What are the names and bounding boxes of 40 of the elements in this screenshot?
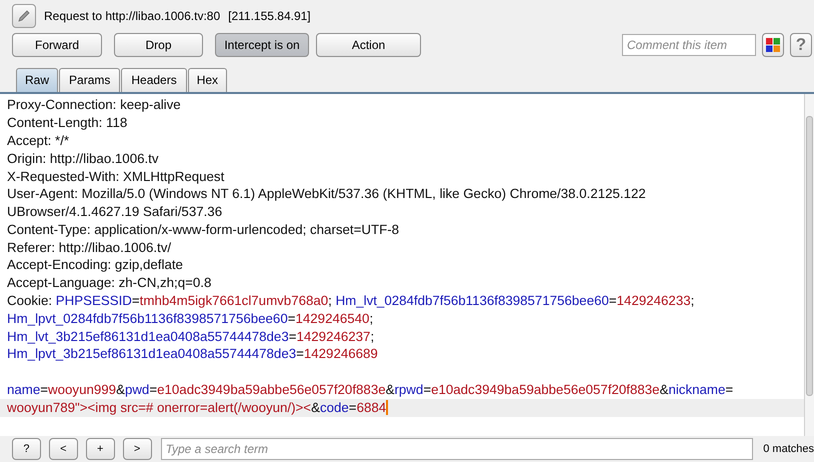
comment-field[interactable]: Comment this item bbox=[622, 34, 756, 56]
nav-button[interactable]: ? bbox=[12, 438, 41, 460]
edit-button[interactable] bbox=[12, 4, 36, 28]
nav-button[interactable]: < bbox=[48, 438, 78, 460]
code-line: Accept: */* bbox=[6, 132, 70, 150]
tab[interactable]: Raw bbox=[16, 68, 58, 92]
highlight-color-button[interactable] bbox=[762, 33, 784, 58]
code-line: Content-Type: application/x-www-form-urlencoded; charset=UTF-8 bbox=[6, 220, 400, 239]
scrollbar[interactable] bbox=[804, 94, 814, 436]
color-grid-icon bbox=[765, 37, 781, 54]
action-button[interactable]: Forward bbox=[12, 33, 102, 58]
code-line: Hm_lpvt_3b215ef86131d1ea0408a55744478de3=1429246689 bbox=[6, 345, 379, 364]
code-line: Accept-Encoding: gzip,deflate bbox=[6, 256, 184, 274]
nav-button[interactable]: > bbox=[122, 438, 152, 460]
action-button[interactable]: Intercept is on bbox=[215, 33, 309, 58]
pencil-icon bbox=[16, 8, 32, 24]
code-line: X-Requested-With: XMLHttpRequest bbox=[6, 168, 226, 186]
match-count: 0 matches bbox=[763, 443, 814, 456]
tab[interactable]: Headers bbox=[121, 68, 187, 92]
code-line: Referer: http://libao.1006.tv/ bbox=[6, 238, 172, 256]
request-title: Request to http://libao.1006.tv:80 bbox=[44, 9, 220, 24]
ip-address: [211.155.84.91] bbox=[228, 9, 311, 24]
tab[interactable]: Params bbox=[59, 68, 120, 92]
code-line: User-Agent: Mozilla/5.0 (Windows NT 6.1) AppleWebKit/537.36 (KHTML, like Gecko) Chrome/38.0.2125.122 bbox=[6, 185, 647, 204]
nav-button[interactable]: + bbox=[86, 438, 115, 460]
tab[interactable]: Hex bbox=[188, 68, 228, 92]
action-button[interactable]: Action bbox=[316, 33, 421, 58]
code-line: Proxy-Connection: keep-alive bbox=[6, 96, 182, 114]
code-line: UBrowser/4.1.4627.19 Safari/537.36 bbox=[6, 203, 224, 221]
text-caret bbox=[386, 400, 388, 415]
help-button[interactable]: ? bbox=[790, 33, 812, 58]
action-button[interactable]: Drop bbox=[114, 33, 203, 58]
code-line: Cookie: PHPSESSID=tmhb4m5igk7661cl7umvb768a0; Hm_lvt_0284fdb7f56b1136f8398571756bee60=1429246233; bbox=[6, 292, 696, 310]
code-line: Accept-Language: zh-CN,zh;q=0.8 bbox=[6, 274, 212, 292]
code-line: Hm_lpvt_0284fdb7f56b1136f8398571756bee60=1429246540; bbox=[6, 310, 374, 328]
search-field[interactable]: Type a search term bbox=[160, 438, 754, 460]
code-line: name=wooyun999&pwd=e10adc3949ba59abbe56e057f20f883e&rpwd=e10adc3949ba59abbe56e057f20f883e&nickname= bbox=[6, 381, 734, 399]
code-line: Origin: http://libao.1006.tv bbox=[6, 150, 160, 168]
code-line: Hm_lvt_3b215ef86131d1ea0408a55744478de3=1429246237; bbox=[6, 328, 376, 346]
code-line: Content-Length: 118 bbox=[6, 114, 128, 132]
